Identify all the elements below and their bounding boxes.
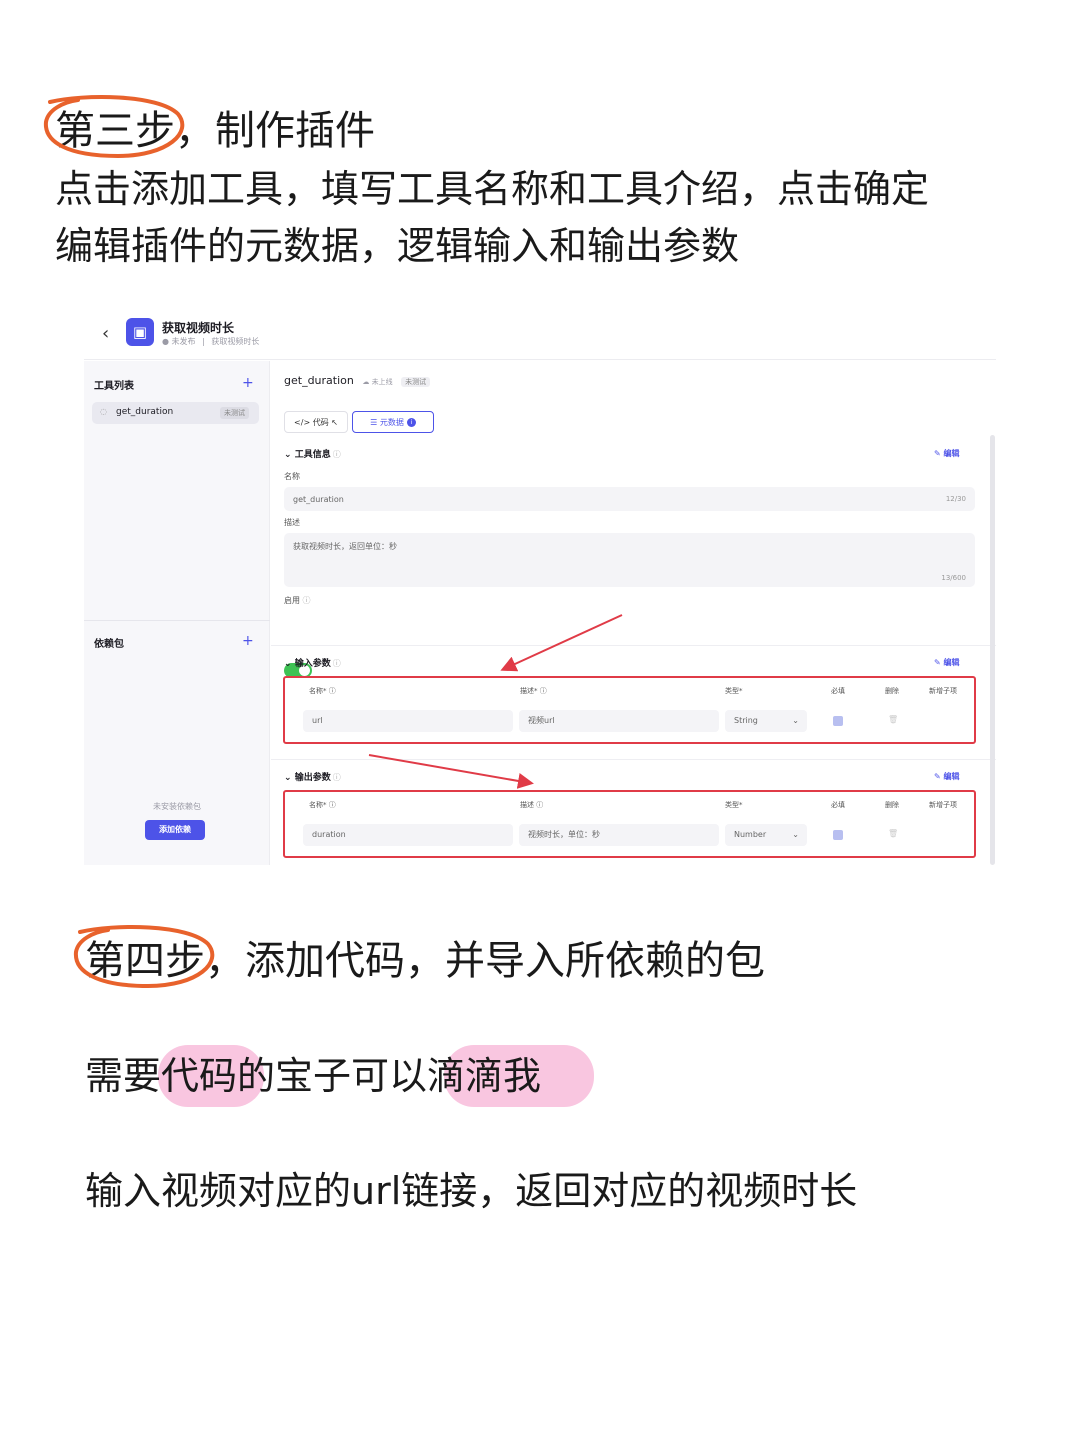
step3-rest: ，制作插件 (175, 108, 375, 154)
step4-tag: 第四步 (85, 938, 205, 984)
step4-title: 第四步，添加代码，并导入所依赖的包 (85, 933, 765, 989)
step3-title: 第三步，制作插件 (55, 103, 375, 159)
highlighted-contact-word: 滴滴我 (427, 1054, 542, 1098)
arrow-to-input (500, 614, 623, 672)
arrow-to-output (368, 754, 534, 789)
step3-tag: 第三步 (55, 108, 175, 154)
code-offer-line: 需要代码的宝子可以滴滴我 (85, 1054, 542, 1098)
annotation-arrows (368, 614, 623, 789)
plugin-editor-screenshot: ‹ ▣ 获取视频时长 ● 未发布 | 获取视频时长 工具列表 + ◌ get_d… (84, 305, 996, 865)
step3-line2: 编辑插件的元数据，逻辑输入和输出参数 (55, 224, 740, 268)
url-description-line: 输入视频对应的url链接，返回对应的视频时长 (85, 1169, 858, 1213)
highlighted-code-word: 代码 (161, 1054, 238, 1098)
step3-line1: 点击添加工具，填写工具名称和工具介绍，点击确定 (55, 167, 930, 211)
step4-rest: ，添加代码，并导入所依赖的包 (205, 938, 765, 984)
